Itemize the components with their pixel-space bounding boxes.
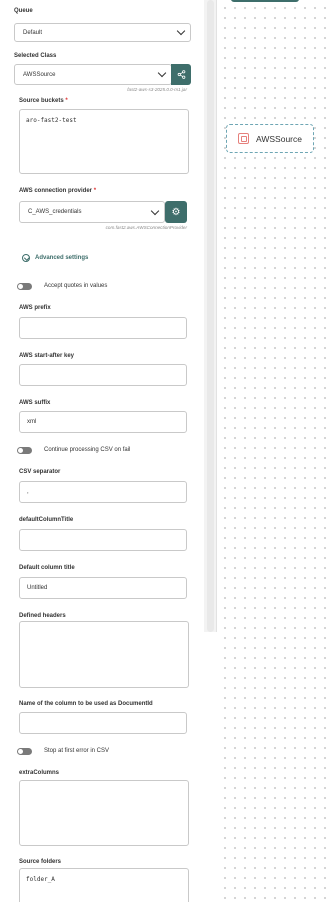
workflow-canvas[interactable]: AWSSource	[217, 0, 326, 902]
selected-class-hint: fast2-aws-s3-2025.0.0-m1.jar	[127, 87, 187, 92]
connection-provider-hint: com.fast2.aws.AWSConnectionProvider	[105, 225, 187, 230]
default-column-title-camel-input[interactable]	[19, 529, 187, 551]
source-buckets-label: Source buckets *	[19, 98, 68, 104]
continue-csv-label: Continue processing CSV on fail	[44, 447, 131, 453]
chevron-down-icon	[150, 206, 160, 215]
extra-columns-label: extraColumns	[19, 770, 60, 776]
default-column-title-camel-label: defaultColumnTitle	[19, 517, 74, 523]
connection-provider-value: C_AWS_credentials	[28, 209, 82, 215]
scrollbar-thumb[interactable]	[207, 0, 214, 632]
node-label: AWSSource	[256, 133, 302, 144]
selected-class-select[interactable]: AWSSource	[14, 64, 172, 85]
chevron-down-icon	[157, 68, 167, 78]
accept-quotes-label: Accept quotes in values	[44, 283, 108, 289]
accept-quotes-toggle[interactable]	[17, 283, 32, 290]
document-id-column-input[interactable]	[19, 712, 187, 734]
extra-columns-textarea[interactable]	[19, 780, 189, 846]
share-button[interactable]	[171, 64, 191, 85]
chevron-down-icon	[176, 26, 186, 36]
stop-first-error-toggle[interactable]	[17, 748, 32, 755]
stop-first-error-label: Stop at first error in CSV	[44, 748, 110, 754]
aws-suffix-input[interactable]: xml	[19, 411, 187, 433]
canvas-toolbar-button[interactable]	[231, 0, 299, 2]
gear-icon: ⚙	[171, 206, 181, 218]
chevron-circle-icon	[22, 254, 30, 262]
csv-separator-label: CSV separator	[19, 469, 61, 475]
queue-select[interactable]: Default	[14, 23, 191, 42]
aws-start-after-input[interactable]	[19, 364, 187, 386]
document-id-column-label: Name of the column to be used as Documen…	[19, 701, 153, 707]
selected-class-label: Selected Class	[14, 53, 57, 59]
connection-provider-label: AWS connection provider *	[19, 188, 97, 194]
aws-prefix-input[interactable]	[19, 317, 187, 339]
panel-scrollbar[interactable]	[204, 0, 217, 632]
properties-panel: Queue Default Selected Class AWSSource f…	[0, 0, 204, 902]
defined-headers-label: Defined headers	[19, 613, 66, 619]
selected-class-value: AWSSource	[23, 71, 56, 78]
source-node-icon	[238, 133, 249, 144]
queue-label: Queue	[14, 8, 33, 14]
default-column-title-input[interactable]: Untitled	[19, 577, 187, 599]
source-folders-textarea[interactable]: folder_A	[19, 868, 189, 902]
connection-provider-select[interactable]: C_AWS_credentials	[19, 201, 165, 223]
share-icon	[177, 70, 185, 79]
aws-suffix-label: AWS suffix	[19, 400, 51, 406]
aws-source-node[interactable]: AWSSource	[226, 124, 314, 153]
queue-value: Default	[23, 29, 43, 36]
continue-csv-toggle[interactable]	[17, 447, 32, 454]
advanced-settings-label: Advanced settings	[35, 255, 89, 261]
settings-button[interactable]: ⚙	[165, 201, 187, 223]
aws-start-after-label: AWS start-after key	[19, 353, 75, 359]
csv-separator-input[interactable]: ,	[19, 481, 187, 503]
source-folders-label: Source folders	[19, 859, 62, 865]
defined-headers-textarea[interactable]	[19, 621, 189, 688]
source-buckets-textarea[interactable]: aro-fast2-test	[19, 109, 189, 174]
advanced-settings-toggle[interactable]: Advanced settings	[22, 254, 88, 262]
default-column-title-label: Default column title	[19, 565, 75, 571]
aws-prefix-label: AWS prefix	[19, 305, 51, 311]
